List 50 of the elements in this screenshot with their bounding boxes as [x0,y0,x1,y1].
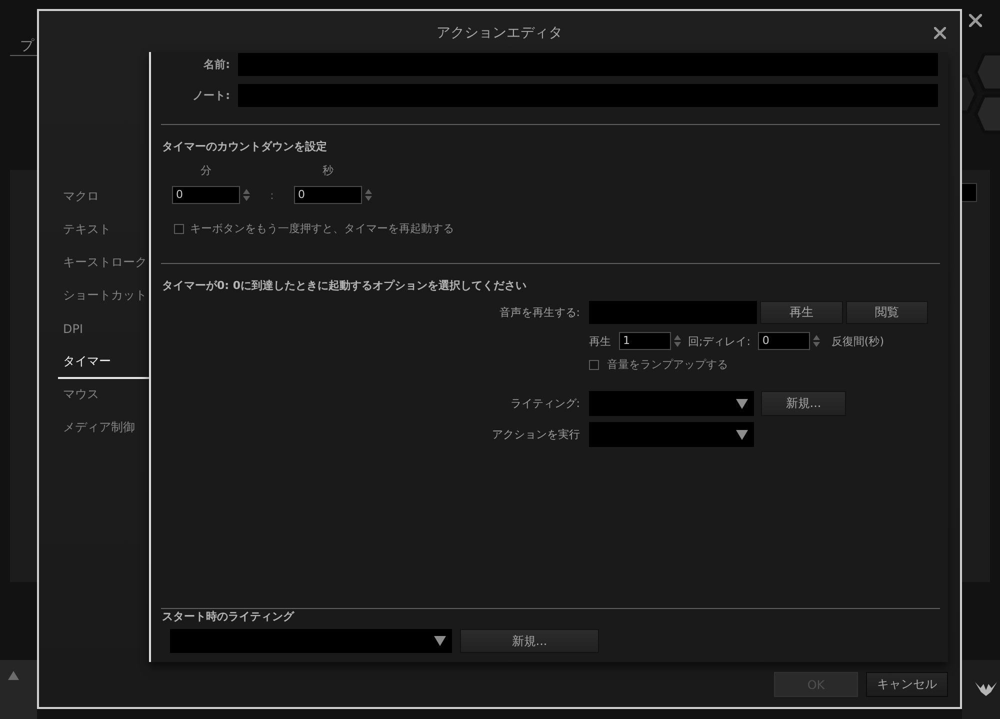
browse-button[interactable]: 閲覧 [846,301,928,324]
close-icon[interactable] [969,14,982,27]
nav-item[interactable]: メディア制御 [58,412,149,445]
checkbox[interactable] [174,224,184,234]
play-button[interactable]: 再生 [760,301,843,324]
spinner-arrows-icon[interactable] [674,334,681,348]
number-field[interactable]: 0 [294,186,362,204]
text-field[interactable] [238,84,938,107]
cancel-button[interactable]: キャンセル [866,672,948,697]
triangle-icon[interactable] [8,671,19,680]
nav-item[interactable]: マウス [58,379,149,412]
section-heading: スタート時のライティング [162,610,294,624]
checkbox-label: 音量をランプアップする [607,357,728,372]
section-heading: タイマーのカウントダウンを設定 [162,139,327,155]
nav-item[interactable]: DPI [58,313,149,346]
spinner-label: 秒 [322,164,334,178]
section-heading: タイマーが0: 0に到達したときに起動するオプションを選択してください [162,278,527,294]
field-label: ノート: [192,88,230,103]
close-icon[interactable] [934,27,946,39]
spinner-label: 分 [200,164,212,178]
form-label: ライティング: [510,396,580,411]
unit-label: 反復間(秒) [831,334,884,348]
number-field[interactable]: 0 [758,332,810,350]
spinner-arrows-icon[interactable] [813,334,820,348]
checkbox[interactable] [589,360,599,370]
separator-text: : [270,188,274,202]
dialog-title: アクションエディタ [436,24,562,42]
input-field[interactable] [962,183,977,202]
number-field[interactable]: 1 [619,332,671,350]
caret-icon [736,398,748,408]
text-field[interactable] [238,53,938,76]
new-button[interactable]: 新規... [460,629,599,653]
new-button[interactable]: 新規... [761,391,846,416]
nav-item[interactable]: マクロ [58,181,149,214]
number-field[interactable]: 0 [172,186,240,204]
spinner-arrows-icon[interactable] [365,188,372,202]
delay-label: 回;ディレイ: [688,334,750,348]
wings-logo-icon [975,680,997,697]
file-path-field[interactable] [589,301,757,324]
form-label: アクションを実行 [492,427,580,442]
form-label: 音声を再生する: [499,305,580,320]
repeat-label: 再生 [589,334,611,348]
caret-icon [736,430,748,440]
field-label: 名前: [202,57,230,72]
nav-item[interactable]: キーストローク [58,247,149,280]
nav-item[interactable]: ショートカット [58,280,149,313]
caret-icon [434,636,446,646]
spinner-arrows-icon[interactable] [243,188,250,202]
nav-item[interactable]: テキスト [58,214,149,247]
checkbox-label: キーボタンをもう一度押すと、タイマーを再起動する [190,221,454,236]
